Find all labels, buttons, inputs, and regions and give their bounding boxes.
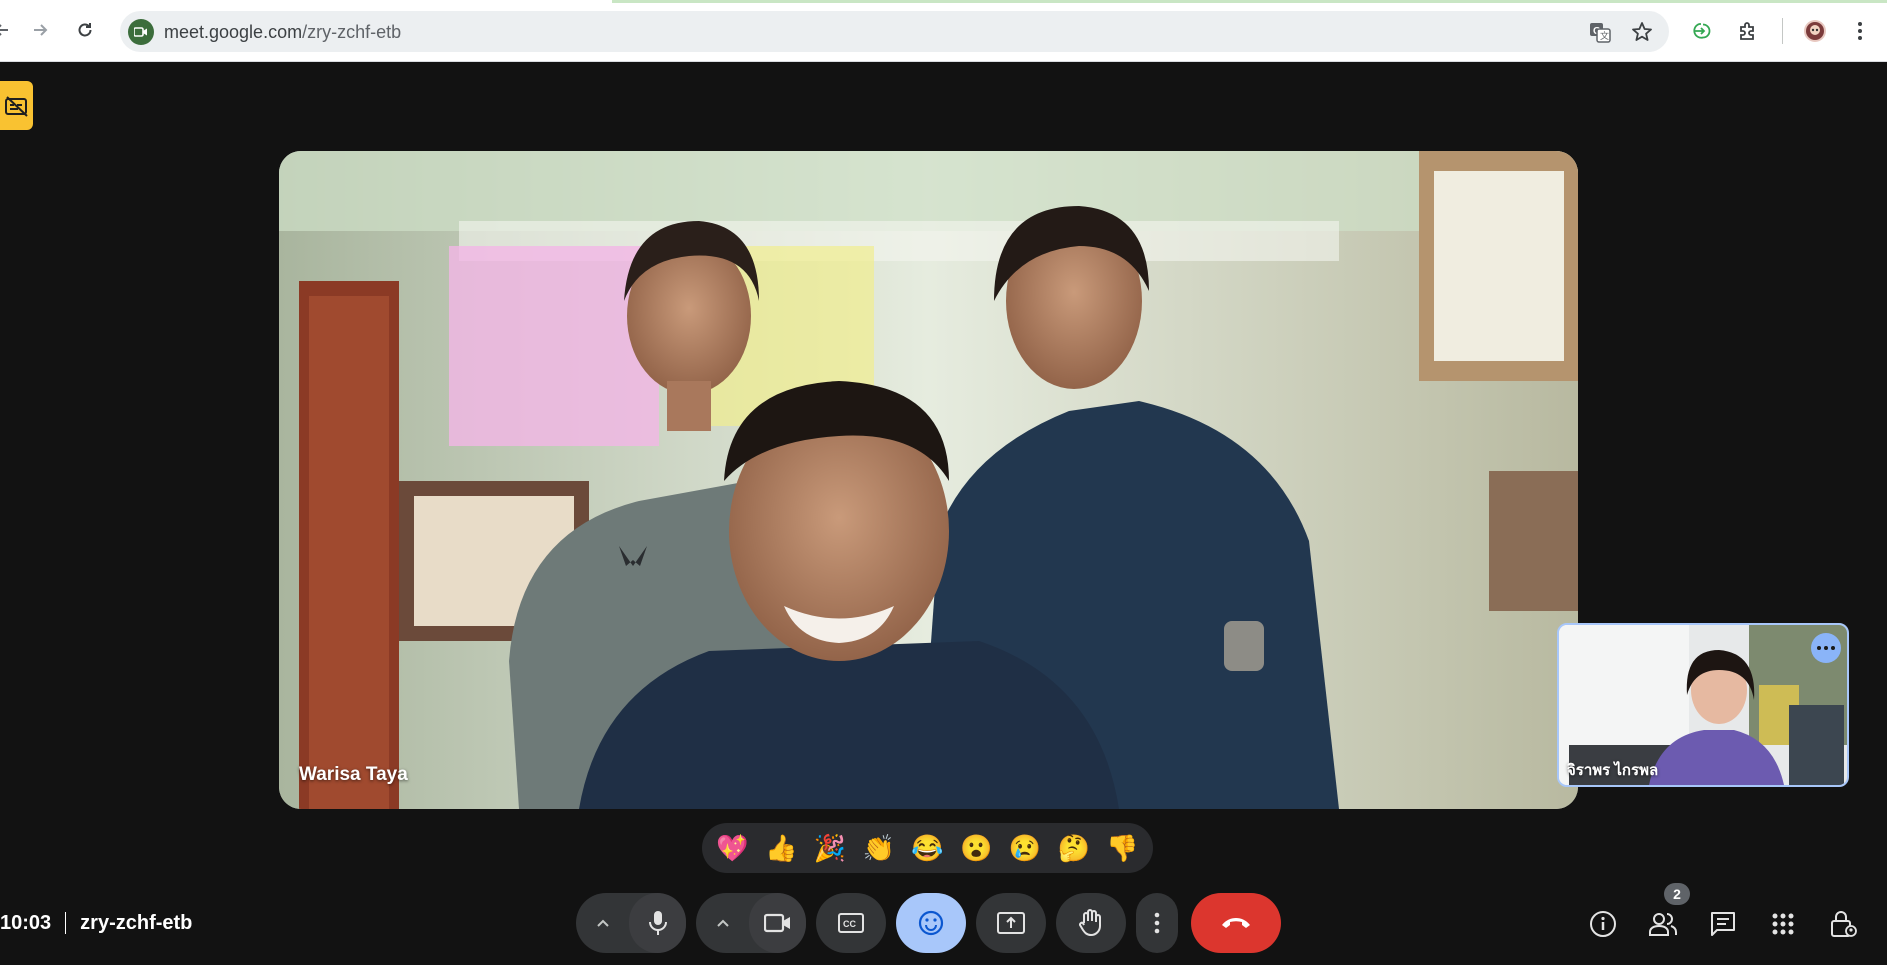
microphone-icon	[648, 911, 667, 935]
meeting-details-button[interactable]	[1583, 904, 1623, 944]
chrome-menu-icon[interactable]	[1846, 17, 1874, 45]
camera-icon	[763, 913, 790, 933]
profile-avatar[interactable]	[1801, 17, 1829, 45]
leave-call-button[interactable]	[1191, 893, 1281, 953]
reactions-bar: 💖 👍 🎉 👏 😂 😮 😢 🤔 👎	[702, 823, 1153, 873]
reaction-crying[interactable]: 😢	[1003, 826, 1047, 870]
video-control-group	[696, 893, 806, 953]
closed-captions-icon: CC	[838, 913, 864, 933]
chevron-up-icon	[716, 919, 729, 927]
svg-text:CC: CC	[843, 919, 856, 929]
reaction-surprised[interactable]: 😮	[954, 826, 998, 870]
reaction-tears-of-joy[interactable]: 😂	[905, 826, 949, 870]
bookmark-star-icon[interactable]	[1630, 20, 1654, 44]
chat-icon	[1711, 912, 1735, 936]
self-view-more-button[interactable]	[1811, 633, 1841, 663]
meeting-info: 10:03 zry-zchf-etb	[0, 910, 192, 936]
meeting-code: zry-zchf-etb	[80, 911, 193, 934]
host-controls-button[interactable]	[1823, 904, 1863, 944]
browser-toolbar: meet.google.com/zry-zchf-etb G文	[0, 0, 1887, 62]
captions-off-badge[interactable]	[0, 81, 33, 130]
reaction-clapping[interactable]: 👏	[857, 826, 901, 870]
chevron-up-icon	[596, 919, 609, 927]
lock-person-icon	[1831, 911, 1857, 937]
reaction-party-popper[interactable]: 🎉	[808, 826, 852, 870]
participant-count-badge: 2	[1664, 883, 1690, 905]
activities-button[interactable]	[1763, 904, 1803, 944]
toolbar-divider	[1782, 18, 1783, 44]
reaction-thumbs-down[interactable]: 👎	[1101, 826, 1145, 870]
forward-icon[interactable]	[24, 14, 56, 46]
info-separator	[65, 912, 67, 934]
main-participant-video[interactable]: Warisa Taya	[279, 151, 1578, 809]
present-screen-button[interactable]	[976, 893, 1046, 953]
address-bar[interactable]: meet.google.com/zry-zchf-etb G文	[120, 11, 1669, 52]
raise-hand-button[interactable]	[1056, 893, 1126, 953]
extensions-icon[interactable]	[1734, 17, 1762, 45]
translate-icon[interactable]: G文	[1588, 20, 1612, 44]
apps-grid-icon	[1772, 913, 1794, 935]
captions-button[interactable]: CC	[816, 893, 886, 953]
clock-time: 10:03	[0, 911, 52, 934]
reactions-button[interactable]	[896, 893, 966, 953]
self-participant-name: จิราพร ไกรพล	[1567, 762, 1659, 779]
back-icon[interactable]	[0, 14, 18, 46]
url-path: /zry-zchf-etb	[302, 22, 402, 42]
sign-in-icon[interactable]	[1689, 17, 1717, 45]
tab-strip-edge	[0, 0, 1887, 3]
smiley-icon	[918, 910, 944, 936]
people-icon	[1649, 913, 1677, 936]
audio-control-group	[576, 893, 686, 953]
audio-options-button[interactable]	[576, 893, 629, 953]
present-icon	[997, 912, 1025, 934]
more-vert-icon	[1154, 912, 1160, 934]
meet-site-icon[interactable]	[128, 19, 154, 45]
chat-button[interactable]	[1703, 904, 1743, 944]
camera-button[interactable]	[749, 893, 806, 953]
participant-video-frame	[279, 151, 1578, 809]
svg-text:文: 文	[1600, 30, 1609, 41]
more-options-button[interactable]	[1136, 893, 1178, 953]
reaction-sparkling-heart[interactable]: 💖	[710, 826, 754, 870]
hang-up-icon	[1222, 918, 1250, 928]
reaction-thumbs-up[interactable]: 👍	[759, 826, 803, 870]
microphone-button[interactable]	[629, 893, 686, 953]
reload-icon[interactable]	[69, 14, 101, 46]
video-options-button[interactable]	[696, 893, 749, 953]
people-button[interactable]	[1643, 904, 1683, 944]
info-icon	[1590, 911, 1616, 937]
self-view-tile[interactable]: จิราพร ไกรพล	[1557, 623, 1849, 787]
url-text[interactable]: meet.google.com/zry-zchf-etb	[164, 22, 401, 43]
reaction-thinking[interactable]: 🤔	[1052, 826, 1096, 870]
main-participant-name: Warisa Taya	[299, 764, 408, 785]
hand-icon	[1079, 909, 1101, 936]
url-domain: meet.google.com	[164, 22, 303, 42]
